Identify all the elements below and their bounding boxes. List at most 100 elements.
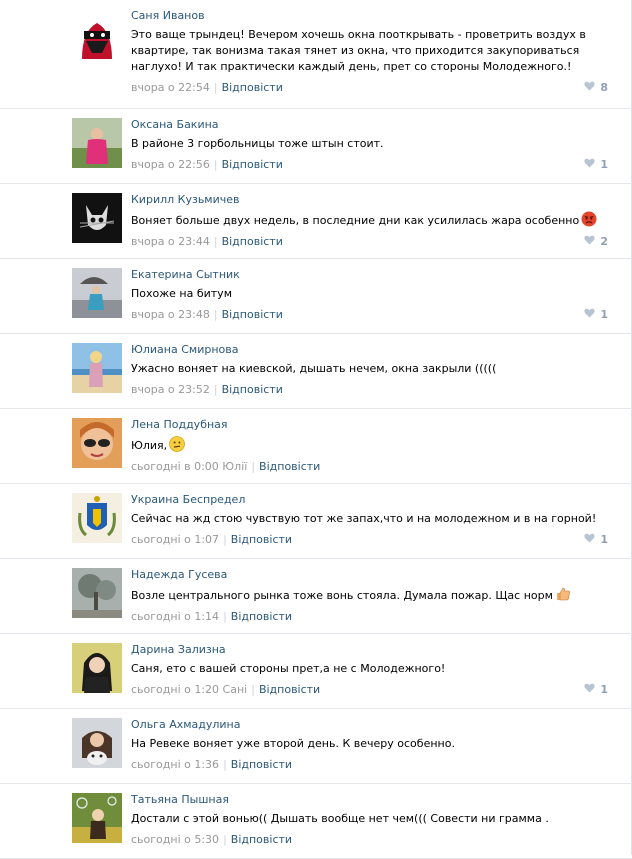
- avatar[interactable]: [72, 268, 122, 318]
- like-count: 2: [600, 235, 608, 248]
- comment-meta: вчора о 23:48 | Відповісти 1: [131, 308, 608, 322]
- comment-timestamp[interactable]: сьогодні в 0:00 Юлії: [131, 460, 247, 473]
- avatar[interactable]: [72, 118, 122, 168]
- comment-author-link[interactable]: Украина Беспредел: [131, 493, 608, 507]
- meta-separator: |: [213, 383, 218, 396]
- comment-timestamp[interactable]: сьогодні о 1:36: [131, 758, 219, 771]
- comment-text: На Ревеке воняет уже второй день. К вече…: [131, 736, 608, 752]
- angry-face-icon: [579, 211, 597, 227]
- comment-item: Надежда Гусева Возле центрального рынка т…: [0, 559, 632, 634]
- comment-timestamp[interactable]: сьогодні о 5:30: [131, 833, 219, 846]
- comment-body: Юлиана Смирнова Ужасно воняет на киевской…: [131, 343, 608, 397]
- meta-separator: |: [213, 81, 218, 94]
- comment-item: Дарина Зализна Саня, ето с вашей стороны …: [0, 634, 632, 709]
- comment-timestamp[interactable]: вчора о 23:52: [131, 383, 210, 396]
- comment-body: Кирилл Кузьмичев Воняет больше двух недел…: [131, 193, 608, 249]
- meta-separator: |: [251, 460, 256, 473]
- comment-author-link[interactable]: Татьяна Пышная: [131, 793, 608, 807]
- comment-timestamp[interactable]: сьогодні о 1:14: [131, 610, 219, 623]
- comment-text-content: В районе 3 горбольницы тоже штын стоит.: [131, 137, 384, 150]
- comment-timestamp[interactable]: вчора о 22:54: [131, 81, 210, 94]
- comment-text-content: Юлия,: [131, 439, 168, 452]
- avatar[interactable]: [72, 493, 122, 543]
- comment-item: Екатерина Сытник Похоже на битум вчора о 2…: [0, 259, 632, 334]
- avatar[interactable]: [72, 643, 122, 693]
- comment-body: Украина Беспредел Сейчас на жд стою чувст…: [131, 493, 608, 547]
- meta-separator: |: [213, 235, 218, 248]
- reply-link[interactable]: Відповісти: [222, 81, 283, 94]
- heart-icon: [584, 81, 595, 95]
- like-button[interactable]: 8: [584, 81, 608, 95]
- meta-separator: |: [223, 610, 227, 623]
- comment-text: В районе 3 горбольницы тоже штын стоит.: [131, 136, 608, 152]
- meta-separator: |: [223, 533, 227, 546]
- reply-link[interactable]: Відповісти: [222, 235, 283, 248]
- comment-body: Татьяна Пышная Достали с этой вонью(( Дыш…: [131, 793, 608, 847]
- comment-timestamp[interactable]: вчора о 23:48: [131, 308, 210, 321]
- reply-link[interactable]: Відповісти: [231, 833, 292, 846]
- comment-text-content: Достали с этой вонью(( Дышать вообще нет…: [131, 812, 549, 825]
- comment-timestamp[interactable]: сьогодні о 1:07: [131, 533, 219, 546]
- comment-author-link[interactable]: Надежда Гусева: [131, 568, 608, 582]
- reply-link[interactable]: Відповісти: [259, 460, 320, 473]
- heart-icon: [584, 308, 595, 322]
- comment-meta: сьогодні в 0:00 Юлії | Відповісти: [131, 460, 608, 474]
- comment-body: Ольга Ахмадулина На Ревеке воняет уже вто…: [131, 718, 608, 772]
- comment-text-content: Сейчас на жд стою чувствую тот же запах,…: [131, 512, 597, 525]
- avatar[interactable]: [72, 793, 122, 843]
- reply-link[interactable]: Відповісти: [231, 610, 292, 623]
- avatar[interactable]: [72, 193, 122, 243]
- comment-text-content: Возле центрального рынка тоже вонь стоял…: [131, 589, 553, 602]
- comment-author-link[interactable]: Кирилл Кузьмичев: [131, 193, 608, 207]
- like-button[interactable]: 1: [584, 533, 608, 547]
- comment-item: Лена Поддубная Юлия, сьогодні в 0:00 Юлії |…: [0, 409, 632, 484]
- comment-text-content: Это ваще трындец! Вечером хочешь окна по…: [131, 28, 586, 73]
- avatar[interactable]: [72, 568, 122, 618]
- comment-author-link[interactable]: Оксана Бакина: [131, 118, 608, 132]
- comment-author-link[interactable]: Ольга Ахмадулина: [131, 718, 608, 732]
- comment-author-link[interactable]: Екатерина Сытник: [131, 268, 608, 282]
- like-button[interactable]: 1: [584, 683, 608, 697]
- comment-author-link[interactable]: Саня Иванов: [131, 9, 608, 23]
- reply-link[interactable]: Відповісти: [222, 308, 283, 321]
- reply-link[interactable]: Відповісти: [259, 683, 320, 696]
- comment-meta: вчора о 22:56 | Відповісти 1: [131, 158, 608, 172]
- heart-icon: [584, 533, 595, 547]
- like-button[interactable]: 1: [584, 158, 608, 172]
- avatar[interactable]: [72, 718, 122, 768]
- comment-timestamp[interactable]: вчора о 23:44: [131, 235, 210, 248]
- comment-text-content: Воняет больше двух недель, в последние д…: [131, 214, 580, 227]
- like-button[interactable]: 2: [584, 235, 608, 249]
- like-count: 1: [600, 683, 608, 696]
- comment-item: Юлиана Смирнова Ужасно воняет на киевской…: [0, 334, 632, 409]
- like-count: 8: [600, 81, 608, 94]
- reply-link[interactable]: Відповісти: [231, 758, 292, 771]
- like-count: 1: [600, 533, 608, 546]
- comment-body: Дарина Зализна Саня, ето с вашей стороны …: [131, 643, 608, 697]
- comment-item: Оксана Бакина В районе 3 горбольницы тоже…: [0, 109, 632, 184]
- like-count: 1: [600, 158, 608, 171]
- comment-text: Достали с этой вонью(( Дышать вообще нет…: [131, 811, 608, 827]
- reply-link[interactable]: Відповісти: [231, 533, 292, 546]
- comment-author-link[interactable]: Дарина Зализна: [131, 643, 608, 657]
- reply-link[interactable]: Відповісти: [222, 158, 283, 171]
- comment-item: Украина Беспредел Сейчас на жд стою чувст…: [0, 484, 632, 559]
- reply-link[interactable]: Відповісти: [222, 383, 283, 396]
- comment-item: Кирилл Кузьмичев Воняет больше двух недел…: [0, 184, 632, 259]
- heart-icon: [584, 235, 595, 249]
- meta-separator: |: [223, 758, 227, 771]
- comment-timestamp[interactable]: вчора о 22:56: [131, 158, 210, 171]
- like-button[interactable]: 1: [584, 308, 608, 322]
- thumbs-up-icon: [553, 587, 571, 602]
- comments-list: Саня Иванов Это ваще трындец! Вечером хоч…: [0, 0, 632, 859]
- avatar[interactable]: [72, 9, 122, 59]
- avatar[interactable]: [72, 418, 122, 468]
- comment-text: Воняет больше двух недель, в последние д…: [131, 211, 608, 229]
- comment-text-content: Саня, ето с вашей стороны прет,а не с Мо…: [131, 662, 446, 675]
- avatar[interactable]: [72, 343, 122, 393]
- comment-text-content: Ужасно воняет на киевской, дышать нечем,…: [131, 362, 497, 375]
- comment-meta: вчора о 23:52 | Відповісти: [131, 383, 608, 397]
- comment-author-link[interactable]: Лена Поддубная: [131, 418, 608, 432]
- comment-author-link[interactable]: Юлиана Смирнова: [131, 343, 608, 357]
- comment-timestamp[interactable]: сьогодні о 1:20 Сані: [131, 683, 247, 696]
